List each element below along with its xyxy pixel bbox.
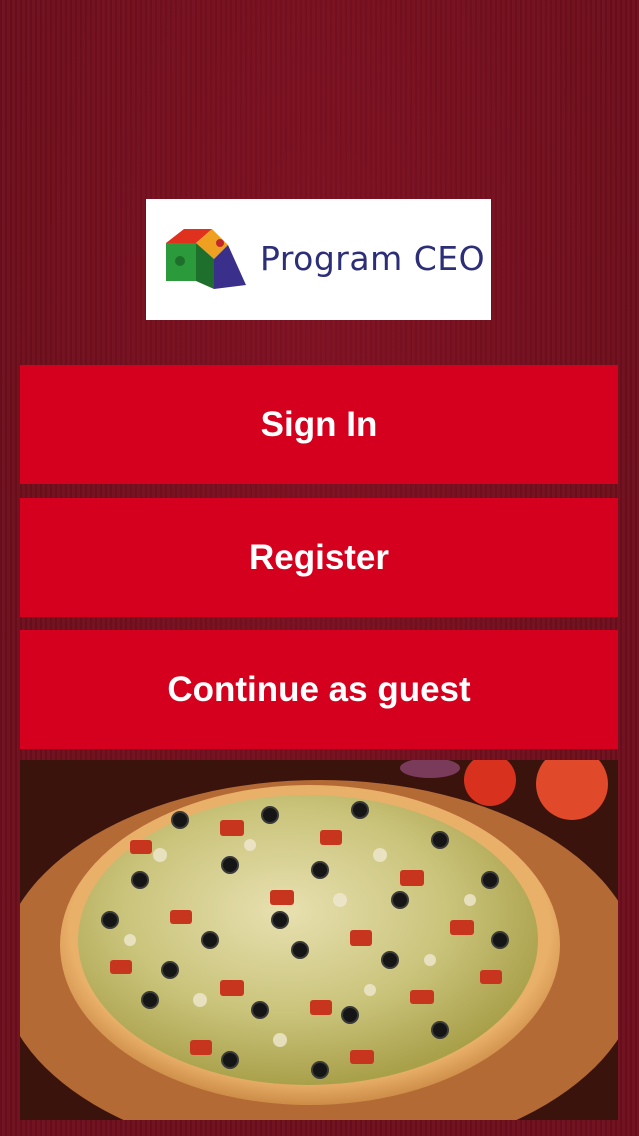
- brand-name: Program CEO: [260, 239, 486, 278]
- brand-logo: Program CEO: [146, 199, 491, 320]
- sign-in-button[interactable]: Sign In: [20, 365, 618, 484]
- pizza-illustration: [20, 760, 618, 1120]
- register-button[interactable]: Register: [20, 498, 618, 617]
- continue-as-guest-button[interactable]: Continue as guest: [20, 630, 618, 749]
- pizza-image: [20, 760, 618, 1120]
- puzzle-cube-icon: [166, 229, 246, 289]
